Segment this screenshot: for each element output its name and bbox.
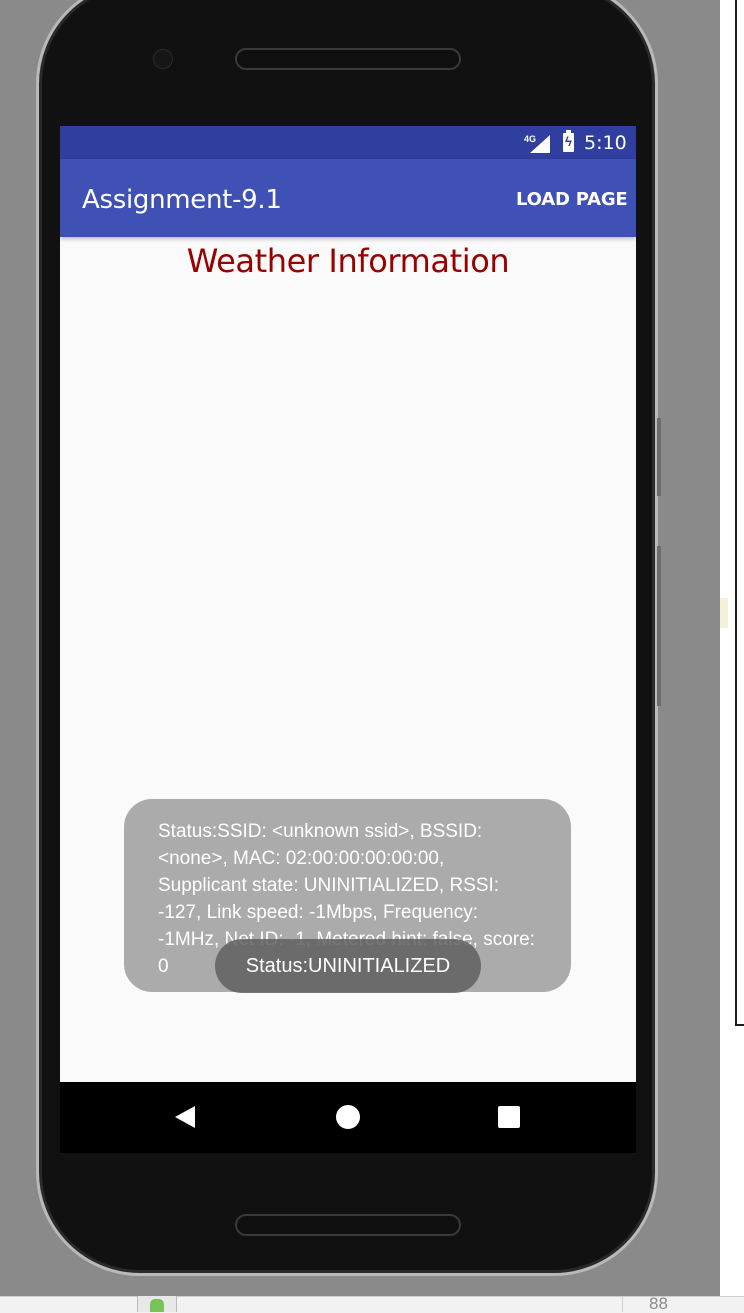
clock: 5:10	[584, 132, 627, 154]
back-icon[interactable]	[175, 1106, 195, 1128]
scroll-marker	[720, 598, 728, 628]
app-title: Assignment-9.1	[82, 185, 282, 215]
home-icon[interactable]	[336, 1105, 360, 1129]
editor-border-bottom	[735, 1024, 744, 1026]
load-page-button[interactable]: LOAD PAGE	[516, 189, 628, 210]
front-camera	[153, 49, 173, 69]
line-number: 88	[622, 1296, 720, 1312]
page-heading: Weather Information	[186, 242, 510, 280]
android-tab[interactable]	[137, 1296, 177, 1312]
android-icon	[150, 1299, 164, 1312]
charging-icon: ϟ	[565, 134, 572, 149]
recent-apps-icon[interactable]	[498, 1106, 520, 1128]
signal-icon	[530, 135, 550, 153]
bottom-speaker	[235, 1214, 461, 1236]
status-toast-text: Status:UNINITIALIZED	[245, 955, 451, 977]
status-bar: 4G ϟ 5:10	[60, 126, 636, 159]
earpiece-speaker	[235, 48, 461, 70]
status-toast: Status:UNINITIALIZED	[215, 939, 481, 993]
device-screen: 4G ϟ 5:10 Assignment-9.1 LOAD PAGE Weath…	[60, 126, 636, 1153]
editor-panel	[720, 0, 744, 1300]
app-bar: Assignment-9.1 LOAD PAGE	[60, 159, 636, 237]
volume-button[interactable]	[657, 546, 661, 706]
editor-border	[735, 0, 737, 1026]
power-button[interactable]	[657, 418, 661, 496]
navigation-bar	[60, 1082, 636, 1153]
